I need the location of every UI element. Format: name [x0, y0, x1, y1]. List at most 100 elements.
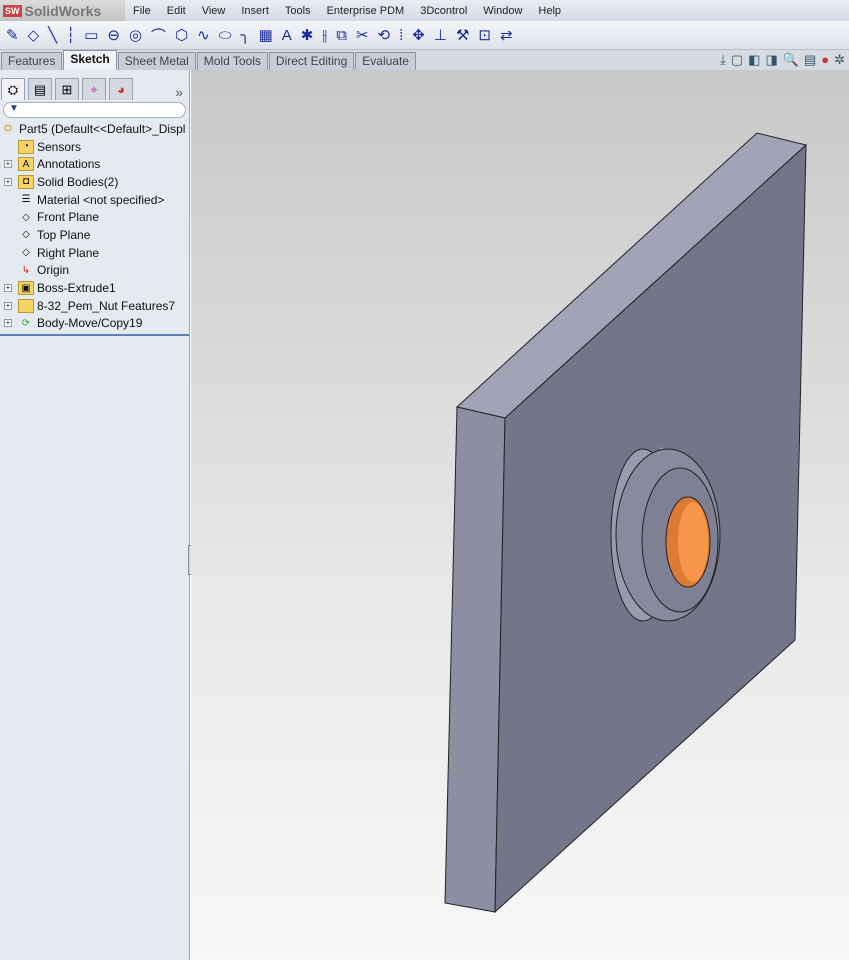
- sketch-icon[interactable]: ✎: [6, 26, 19, 44]
- trim-icon[interactable]: ✂: [356, 26, 369, 44]
- feature-manager-tab[interactable]: ⛭: [1, 78, 25, 100]
- graphics-area[interactable]: [152, 70, 849, 960]
- menu-insert[interactable]: Insert: [233, 5, 277, 17]
- zoom-to-fit-icon[interactable]: ⤓: [720, 52, 726, 68]
- menu-view[interactable]: View: [194, 5, 234, 17]
- circle-icon[interactable]: ◎: [129, 26, 142, 44]
- menu-bar: SW SolidWorks File Edit View Insert Tools Ente…: [0, 0, 849, 21]
- tree-item-label: Solid Bodies(2): [37, 174, 119, 189]
- move-icon[interactable]: ✥: [412, 26, 425, 44]
- tree-item-label: Sensors: [37, 139, 82, 154]
- tree-item[interactable]: +8-32_Pem_Nut Features7: [0, 297, 189, 315]
- display-style-icon[interactable]: ◨: [765, 52, 777, 68]
- tree-item[interactable]: + A Annotations: [0, 155, 189, 173]
- polygon-icon[interactable]: ⬡: [175, 26, 188, 44]
- part-icon: ⛭: [4, 123, 12, 135]
- tree-item[interactable]: ◔ Sensors: [0, 138, 189, 156]
- tree-filter-input[interactable]: ▼: [3, 102, 186, 118]
- expand-icon[interactable]: »: [175, 84, 183, 100]
- tree-item-label: Material <not specified>: [37, 192, 165, 207]
- app-title: SolidWorks: [24, 2, 102, 19]
- sensors-icon: ◔: [18, 139, 34, 154]
- expand-toggle[interactable]: +: [4, 319, 12, 328]
- filter-icon: ▼: [9, 103, 19, 114]
- display-manager-tab[interactable]: ◕: [109, 78, 133, 100]
- tree-item[interactable]: ◇ Right Plane: [0, 244, 189, 262]
- offset-icon[interactable]: ⧉: [336, 27, 347, 44]
- fillet-icon[interactable]: ╮: [241, 26, 250, 44]
- slot-icon[interactable]: ⊖: [107, 26, 120, 44]
- quick-snaps-icon[interactable]: ⊡: [478, 26, 491, 44]
- menu-tools[interactable]: Tools: [277, 5, 319, 17]
- plane-icon[interactable]: ▦: [259, 26, 273, 44]
- tree-item-label: 8-32_Pem_Nut Features7: [37, 298, 176, 313]
- menu-file[interactable]: File: [125, 5, 159, 17]
- tree-item-label: Body-Move/Copy19: [37, 316, 143, 331]
- tree-item[interactable]: ◇ Front Plane: [0, 208, 189, 226]
- plane-icon: ◇: [22, 247, 30, 259]
- tree-item-label: Boss-Extrude1: [37, 281, 116, 296]
- tree-item[interactable]: + ▣ Boss-Extrude1: [0, 279, 189, 297]
- smart-dimension-icon[interactable]: ◇: [28, 26, 40, 44]
- folder-icon: [18, 298, 34, 313]
- plane-icon: ◇: [22, 229, 30, 241]
- expand-toggle[interactable]: +: [4, 301, 12, 310]
- rapid-sketch-icon[interactable]: ⇄: [500, 26, 513, 44]
- tree-end-divider: [0, 334, 189, 337]
- text-icon[interactable]: A: [282, 27, 292, 44]
- tab-sheet-metal[interactable]: Sheet Metal: [117, 52, 196, 70]
- tree-root[interactable]: ⛭ Part5 (Default<<Default>_Displ: [0, 120, 189, 138]
- ellipse-icon[interactable]: ⬭: [219, 27, 232, 44]
- feature-manager-panel: ⛭ ▤ ⊞ ⌖ ◕ » ▼ ⛭ Part5 (Default<<Default>_…: [0, 70, 190, 960]
- tab-sketch[interactable]: Sketch: [63, 50, 117, 70]
- tree-item[interactable]: ◇ Top Plane: [0, 226, 189, 244]
- menu-help[interactable]: Help: [530, 5, 569, 17]
- solid-bodies-icon: ◘: [18, 174, 34, 189]
- relations-icon[interactable]: ⊥: [434, 26, 447, 44]
- property-manager-tab[interactable]: ▤: [28, 78, 52, 100]
- tree-item[interactable]: ↳ Origin: [0, 262, 189, 280]
- tree-item-label: Top Plane: [37, 227, 91, 242]
- configuration-manager-tab[interactable]: ⊞: [55, 78, 79, 100]
- material-icon: ☰: [21, 194, 31, 206]
- tree-item[interactable]: + ◘ Solid Bodies(2): [0, 173, 189, 191]
- dimxpert-tab[interactable]: ⌖: [82, 78, 106, 100]
- arc-icon[interactable]: ⌒: [151, 25, 166, 46]
- app-logo[interactable]: SW SolidWorks: [0, 0, 125, 21]
- annotations-icon: A: [18, 157, 34, 172]
- menu-edit[interactable]: Edit: [159, 5, 194, 17]
- tree-item[interactable]: + ⟳ Body-Move/Copy19: [0, 315, 189, 333]
- menu-3dcontrol[interactable]: 3Dcontrol: [412, 5, 475, 17]
- tab-features[interactable]: Features: [1, 52, 63, 70]
- convert-icon[interactable]: ⟲: [378, 26, 391, 44]
- plate-side-face: [444, 406, 506, 913]
- point-icon[interactable]: ✱: [301, 26, 314, 44]
- repair-icon[interactable]: ⚒: [456, 26, 469, 44]
- tree-item-label: Front Plane: [37, 210, 100, 225]
- zoom-icon[interactable]: 🔍: [783, 52, 799, 68]
- view-toolbar: ⤓ ▢ ◧ ◨ 🔍 ▤ ● ✲: [720, 52, 845, 68]
- tab-evaluate[interactable]: Evaluate: [355, 52, 416, 70]
- pattern-icon[interactable]: ⁞: [399, 27, 403, 44]
- extrude-icon: ▣: [18, 281, 34, 296]
- tree-item-label: Origin: [37, 263, 70, 278]
- expand-toggle[interactable]: +: [4, 160, 12, 169]
- tab-mold-tools[interactable]: Mold Tools: [196, 52, 268, 70]
- menu-window[interactable]: Window: [475, 5, 530, 17]
- expand-toggle[interactable]: +: [4, 284, 12, 293]
- view-orientation-icon[interactable]: ◧: [748, 52, 760, 68]
- sketch-toolbar: ✎ ◇ ╲ ┆ ▭ ⊖ ◎ ⌒ ⬡ ∿ ⬭ ╮ ▦ A ✱ ⫲ ⧉ ✂ ⟲ ⁞ ✥ ⊥ ⚒ ⊡ ⇄: [0, 21, 849, 50]
- tab-direct-editing[interactable]: Direct Editing: [268, 52, 355, 70]
- rectangle-icon[interactable]: ▭: [84, 26, 98, 44]
- line-icon[interactable]: ╲: [48, 26, 57, 44]
- centerline-icon[interactable]: ┆: [66, 26, 75, 44]
- tree-item[interactable]: ☰ Material <not specified>: [0, 191, 189, 209]
- spline-icon[interactable]: ∿: [197, 26, 210, 44]
- hide-show-icon[interactable]: ▤: [804, 52, 816, 68]
- section-view-icon[interactable]: ▢: [731, 52, 743, 68]
- scene-icon[interactable]: ✲: [834, 52, 845, 68]
- mirror-icon[interactable]: ⫲: [322, 27, 327, 44]
- menu-enterprise-pdm[interactable]: Enterprise PDM: [319, 5, 413, 17]
- expand-toggle[interactable]: +: [4, 177, 12, 186]
- appearance-icon[interactable]: ●: [821, 52, 829, 68]
